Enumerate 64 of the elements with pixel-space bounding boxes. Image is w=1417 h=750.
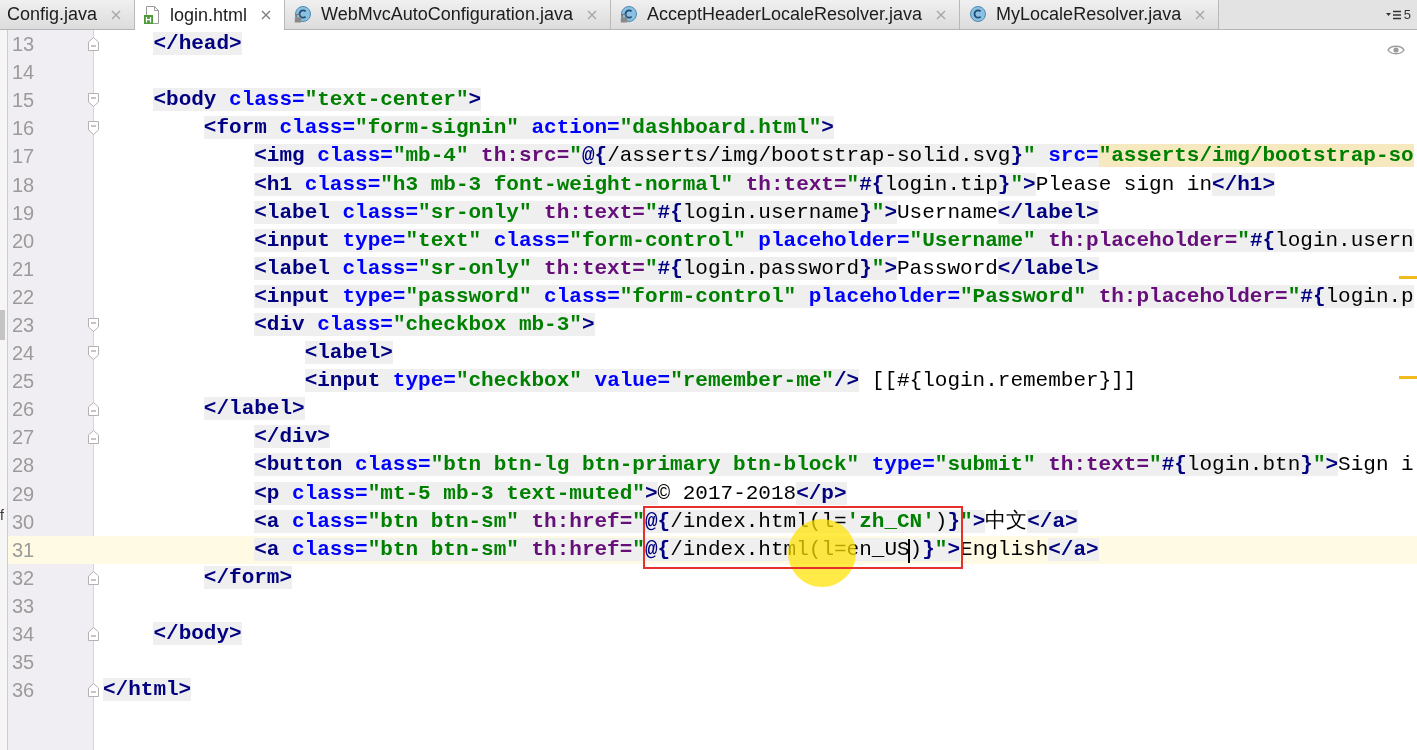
eye-icon[interactable] [1387, 44, 1405, 56]
line-number: 25 [11, 369, 36, 395]
fold-marker-icon[interactable] [87, 121, 99, 136]
code-line: <input type="checkbox" value="remember-me"/> [[#{login.remember}]] [304, 368, 1137, 395]
code-line: <p class="mt-5 mb-3 text-muted">© 2017-2018</p> [254, 480, 847, 507]
line-number: 16 [11, 116, 36, 142]
file-tab[interactable]: Config.java [0, 0, 136, 29]
scrollbar-thumb[interactable] [0, 310, 5, 340]
line-number: 21 [11, 256, 36, 282]
line-number: 34 [11, 622, 36, 647]
fold-marker-icon[interactable] [87, 402, 99, 417]
code-line: <button class="btn btn-lg btn-primary btn-block" type="submit" th:text="#{login.btn}">Sign i [254, 452, 1414, 479]
line-number: 24 [11, 341, 36, 367]
line-number: 14 [11, 60, 36, 86]
code-line: <img class="mb-4" th:src="@{/asserts/img/bootstrap-solid.svg}" src="asserts/img/bootstrap-so [254, 143, 1414, 170]
line-number: 35 [11, 650, 36, 676]
close-icon[interactable] [936, 9, 947, 20]
locked-class-icon [294, 6, 312, 23]
fold-marker-icon[interactable] [87, 570, 99, 585]
fold-marker-icon[interactable] [87, 93, 99, 108]
code-line: <input type="text" class="form-control" placeholder="Username" th:placeholder="#{login.usern [254, 227, 1414, 254]
close-icon[interactable] [586, 9, 597, 20]
file-tab[interactable]: WebMvcAutoConfiguration.java [285, 0, 611, 29]
line-number: 28 [11, 453, 36, 479]
line-number: 18 [11, 172, 36, 198]
line-number: 13 [11, 32, 36, 58]
code-line: <body class="text-center"> [153, 87, 482, 114]
close-icon[interactable] [1195, 9, 1206, 20]
fold-marker-icon[interactable] [87, 346, 99, 361]
line-number: 17 [11, 144, 36, 170]
locked-class-icon [619, 6, 637, 23]
fold-marker-icon[interactable] [87, 37, 99, 52]
line-number: 27 [11, 425, 36, 451]
list-icon [1385, 9, 1402, 20]
line-number: 15 [11, 88, 36, 114]
line-number: 36 [11, 678, 36, 704]
code-line: <h1 class="h3 mb-3 font-weight-normal" th:text="#{login.tip}">Please sign in</h1> [254, 171, 1276, 198]
line-number: 29 [11, 481, 36, 507]
tab-list-button[interactable]: 5 [1381, 0, 1417, 29]
line-number: 32 [11, 565, 36, 591]
line-number: 20 [11, 228, 36, 254]
line-number: 33 [11, 593, 36, 619]
line-number: 22 [11, 284, 36, 310]
fold-marker-icon[interactable] [87, 430, 99, 445]
code-line: <input type="password" class="form-control" placeholder="Password" th:placeholder="#{login.p [254, 283, 1414, 310]
file-tab[interactable]: MyLocaleResolver.java [960, 0, 1220, 29]
line-number: 26 [11, 397, 36, 423]
code-line: <form class="form-signin" action="dashboard.html"> [203, 115, 834, 142]
line-number: 30 [11, 509, 36, 535]
fold-marker-icon[interactable] [87, 627, 99, 641]
class-icon [969, 6, 987, 23]
file-tab[interactable]: login.html [135, 0, 286, 30]
panel-edge-text: f [0, 507, 4, 523]
fold-marker-icon[interactable] [87, 318, 99, 332]
line-number: 19 [11, 200, 36, 226]
file-tab[interactable]: AcceptHeaderLocaleResolver.java [610, 0, 961, 29]
close-icon[interactable] [111, 9, 122, 20]
code-line: <label class="sr-only" th:text="#{login.username}">Username</label> [254, 199, 1099, 226]
line-number: 23 [11, 313, 36, 338]
code-line: <label class="sr-only" th:text="#{login.password}">Password</label> [254, 255, 1099, 282]
html-file-icon [144, 6, 161, 24]
close-icon[interactable] [261, 10, 272, 20]
code-line: <div class="checkbox mb-3"> [254, 311, 595, 338]
fold-marker-icon[interactable] [87, 683, 99, 698]
